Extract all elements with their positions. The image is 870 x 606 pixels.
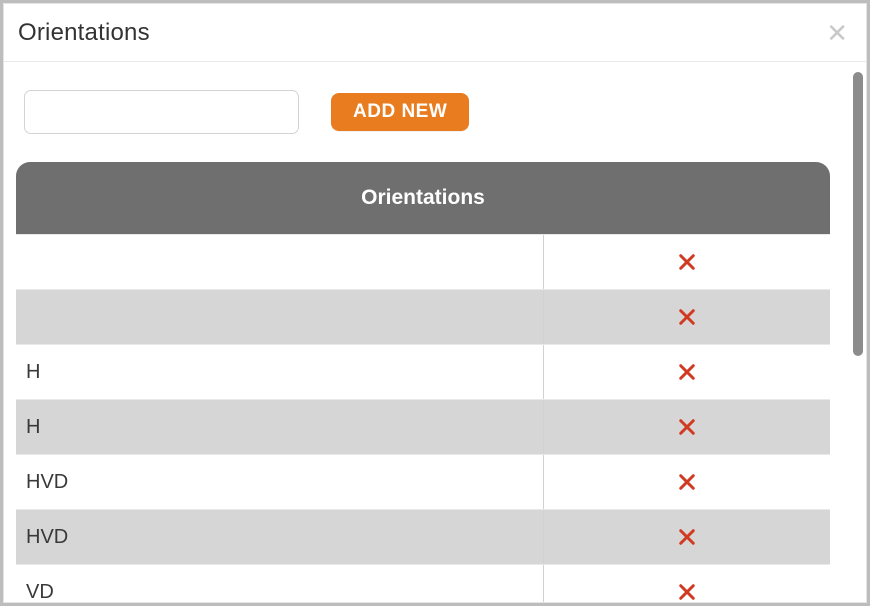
- table-row: HVD: [16, 509, 830, 564]
- delete-x-icon[interactable]: [673, 413, 701, 441]
- orientation-name-cell: HVD: [16, 510, 544, 564]
- orientation-name-cell: HVD: [16, 455, 544, 509]
- add-new-button[interactable]: ADD NEW: [331, 93, 469, 131]
- orientation-name-input[interactable]: [24, 90, 299, 134]
- orientation-action-cell: [544, 578, 830, 602]
- close-icon[interactable]: ✕: [822, 16, 852, 50]
- table-row: [16, 234, 830, 289]
- orientation-name-cell: H: [16, 345, 544, 399]
- table-row: H: [16, 344, 830, 399]
- scrollbar-thumb[interactable]: [853, 72, 863, 356]
- delete-x-icon[interactable]: [673, 303, 701, 331]
- orientation-action-cell: [544, 468, 830, 496]
- orientation-name-cell: H: [16, 400, 544, 454]
- modal-title: Orientations: [18, 19, 150, 47]
- table-row: VD: [16, 564, 830, 602]
- orientation-name-cell: [16, 235, 544, 289]
- orientation-action-cell: [544, 413, 830, 441]
- orientation-action-cell: [544, 358, 830, 386]
- orientation-action-cell: [544, 303, 830, 331]
- delete-x-icon[interactable]: [673, 248, 701, 276]
- modal-titlebar: Orientations ✕: [4, 4, 866, 62]
- orientation-action-cell: [544, 248, 830, 276]
- table-row: H: [16, 399, 830, 454]
- orientations-table: Orientations: [16, 162, 830, 602]
- delete-x-icon[interactable]: [673, 468, 701, 496]
- orientations-modal: Orientations ✕ ADD NEW Orientations: [3, 3, 867, 603]
- modal-body: ADD NEW Orientations: [4, 62, 866, 602]
- delete-x-icon[interactable]: [673, 523, 701, 551]
- table-row: HVD: [16, 454, 830, 509]
- delete-x-icon[interactable]: [673, 358, 701, 386]
- delete-x-icon[interactable]: [673, 578, 701, 602]
- scroll-area[interactable]: ADD NEW Orientations: [4, 62, 866, 602]
- orientation-name-cell: [16, 290, 544, 344]
- controls-row: ADD NEW: [16, 90, 854, 134]
- table-row: [16, 289, 830, 344]
- orientation-name-cell: VD: [16, 565, 544, 602]
- orientation-action-cell: [544, 523, 830, 551]
- table-header: Orientations: [16, 162, 830, 234]
